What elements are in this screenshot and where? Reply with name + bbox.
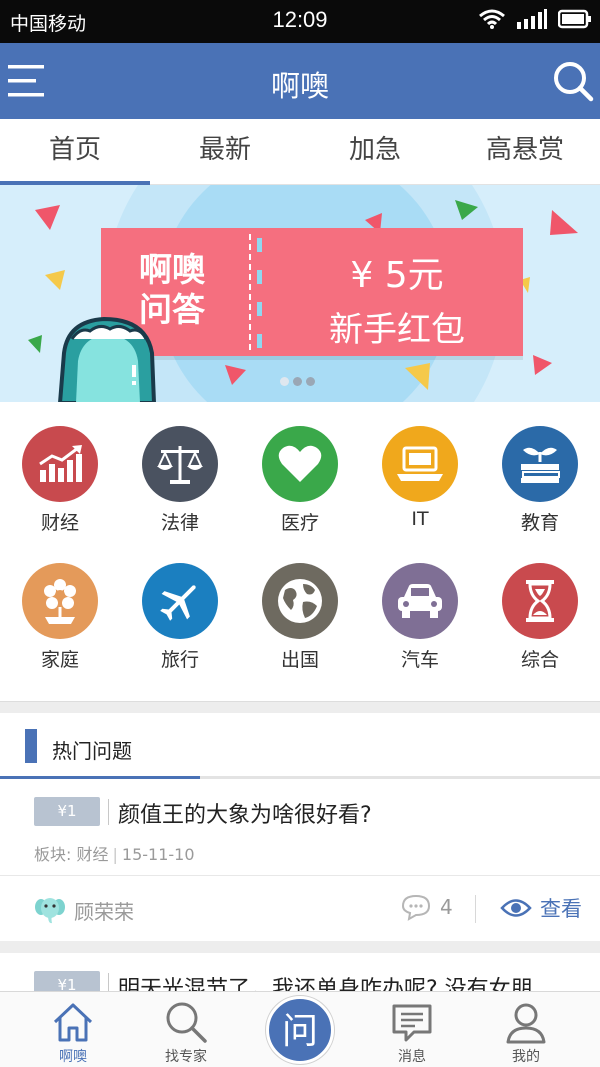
category-label: 财经 bbox=[40, 512, 79, 534]
ticket-amount: ¥ 5元 bbox=[350, 255, 444, 296]
wifi-icon bbox=[479, 9, 505, 29]
search-icon bbox=[166, 1002, 207, 1043]
category-family[interactable]: 家庭 bbox=[0, 563, 120, 672]
battery-icon bbox=[558, 9, 591, 29]
red-packet-ticket: 啊噢 问答 ¥ 5元 新手红包 bbox=[101, 228, 523, 356]
search-icon[interactable] bbox=[552, 60, 594, 102]
category-abroad[interactable]: 出国 bbox=[240, 563, 360, 672]
category-education[interactable]: 教育 bbox=[480, 426, 600, 535]
category-label: 出国 bbox=[280, 649, 319, 671]
divider bbox=[475, 895, 476, 923]
question-meta: 板块: 财经 | 15-11-10 bbox=[34, 845, 195, 864]
message-icon bbox=[392, 1004, 432, 1042]
category-label: 综合 bbox=[520, 649, 559, 671]
promo-banner[interactable]: 啊噢 问答 ¥ 5元 新手红包 bbox=[0, 185, 600, 402]
airplane-icon bbox=[142, 563, 218, 639]
heart-icon bbox=[262, 426, 338, 502]
ticket-offer: ¥ 5元 新手红包 bbox=[271, 228, 523, 351]
tab-urgent[interactable]: 加急 bbox=[300, 119, 450, 184]
question-author[interactable]: 顾荣荣 bbox=[34, 895, 134, 925]
category-car[interactable]: 汽车 bbox=[360, 563, 480, 672]
section-marker bbox=[25, 729, 37, 763]
divider bbox=[108, 973, 109, 993]
category-finance[interactable]: 财经 bbox=[0, 426, 120, 535]
section-title: 热门问题 bbox=[52, 739, 132, 763]
tab-home[interactable]: 首页 bbox=[0, 119, 150, 185]
status-icons bbox=[478, 8, 592, 30]
board-name: 财经 bbox=[76, 845, 109, 864]
ticket-subtitle: 新手红包 bbox=[329, 310, 465, 350]
question-card[interactable]: ¥1 明天光混节了，我还单身咋办呢? 没有女朋 bbox=[0, 953, 600, 993]
question-title[interactable]: 颜值王的大象为啥很好看? bbox=[118, 797, 372, 829]
view-button[interactable]: 查看 bbox=[500, 893, 582, 923]
author-name: 顾荣荣 bbox=[74, 899, 134, 924]
growth-chart-icon bbox=[22, 426, 98, 502]
tabbar-find-expert[interactable]: 找专家 bbox=[131, 992, 241, 1066]
tab-latest[interactable]: 最新 bbox=[150, 119, 300, 184]
comment-number: 4 bbox=[440, 895, 453, 919]
board-label: 板块: bbox=[34, 845, 72, 864]
reward-badge: ¥1 bbox=[34, 971, 100, 993]
tab-label: 找专家 bbox=[165, 1049, 207, 1065]
view-label: 查看 bbox=[540, 897, 582, 921]
divider bbox=[0, 875, 600, 876]
divider bbox=[108, 799, 109, 825]
signal-icon bbox=[517, 9, 547, 29]
category-it[interactable]: IT bbox=[360, 426, 480, 530]
ticket-marks bbox=[257, 238, 263, 348]
home-icon bbox=[53, 1003, 93, 1042]
tabbar-messages[interactable]: 消息 bbox=[357, 992, 467, 1066]
eye-icon bbox=[500, 899, 532, 917]
category-general[interactable]: 综合 bbox=[480, 563, 600, 672]
ask-question-button[interactable]: 问 bbox=[266, 996, 334, 1064]
hot-questions-header: 热门问题 bbox=[0, 713, 600, 779]
category-label: 家庭 bbox=[40, 649, 79, 671]
carousel-dot[interactable] bbox=[293, 377, 302, 386]
category-label: 教育 bbox=[520, 512, 559, 534]
flower-icon bbox=[22, 563, 98, 639]
category-travel[interactable]: 旅行 bbox=[120, 563, 240, 672]
question-date: 15-11-10 bbox=[121, 845, 195, 864]
laptop-icon bbox=[382, 426, 458, 502]
tab-high-reward[interactable]: 高悬赏 bbox=[450, 119, 600, 184]
comment-count[interactable]: 4 bbox=[400, 893, 453, 921]
tabbar-home[interactable]: 啊噢 bbox=[18, 992, 128, 1066]
question-card[interactable]: ¥1 颜值王的大象为啥很好看? 板块: 财经|15-11-10 顾荣荣 4 bbox=[0, 779, 600, 941]
page-title: 啊噢 bbox=[270, 69, 329, 103]
tab-label: 啊噢 bbox=[59, 1049, 87, 1065]
question-title[interactable]: 明天光混节了，我还单身咋办呢? 没有女朋 bbox=[118, 971, 533, 993]
reward-badge: ¥1 bbox=[34, 797, 100, 826]
top-tabs: 首页 最新 加急 高悬赏 bbox=[0, 119, 600, 185]
ticket-brand-line1: 啊噢 bbox=[139, 250, 205, 289]
carousel-dot[interactable] bbox=[306, 377, 315, 386]
status-bar: 中国移动 12:09 bbox=[0, 0, 600, 43]
car-icon bbox=[382, 563, 458, 639]
category-label: 旅行 bbox=[160, 649, 199, 671]
bottom-tab-bar: 啊噢 找专家 问 消息 我的 bbox=[0, 991, 600, 1067]
elephant-mascot-icon bbox=[58, 316, 156, 402]
category-label: 汽车 bbox=[400, 649, 439, 671]
category-medical[interactable]: 医疗 bbox=[240, 426, 360, 535]
category-grid: 财经 法律 医疗 IT 教育 家庭 旅行 出国 汽车 综合 bbox=[0, 402, 600, 702]
header: 啊噢 bbox=[0, 43, 600, 119]
tab-label: 消息 bbox=[398, 1049, 426, 1065]
carousel-dot[interactable] bbox=[280, 377, 289, 386]
tabbar-mine[interactable]: 我的 bbox=[471, 992, 581, 1066]
user-icon bbox=[506, 1003, 546, 1044]
hourglass-icon bbox=[502, 563, 578, 639]
elephant-avatar-icon bbox=[35, 898, 65, 924]
globe-icon bbox=[262, 563, 338, 639]
comment-icon bbox=[401, 894, 431, 921]
category-label: IT bbox=[411, 508, 429, 530]
carousel-indicator[interactable] bbox=[280, 377, 315, 386]
book-sprout-icon bbox=[502, 426, 578, 502]
category-label: 医疗 bbox=[280, 512, 319, 534]
ticket-divider bbox=[249, 234, 251, 350]
category-label: 法律 bbox=[160, 512, 199, 534]
category-law[interactable]: 法律 bbox=[120, 426, 240, 535]
scales-icon bbox=[142, 426, 218, 502]
tab-label: 我的 bbox=[512, 1049, 540, 1065]
